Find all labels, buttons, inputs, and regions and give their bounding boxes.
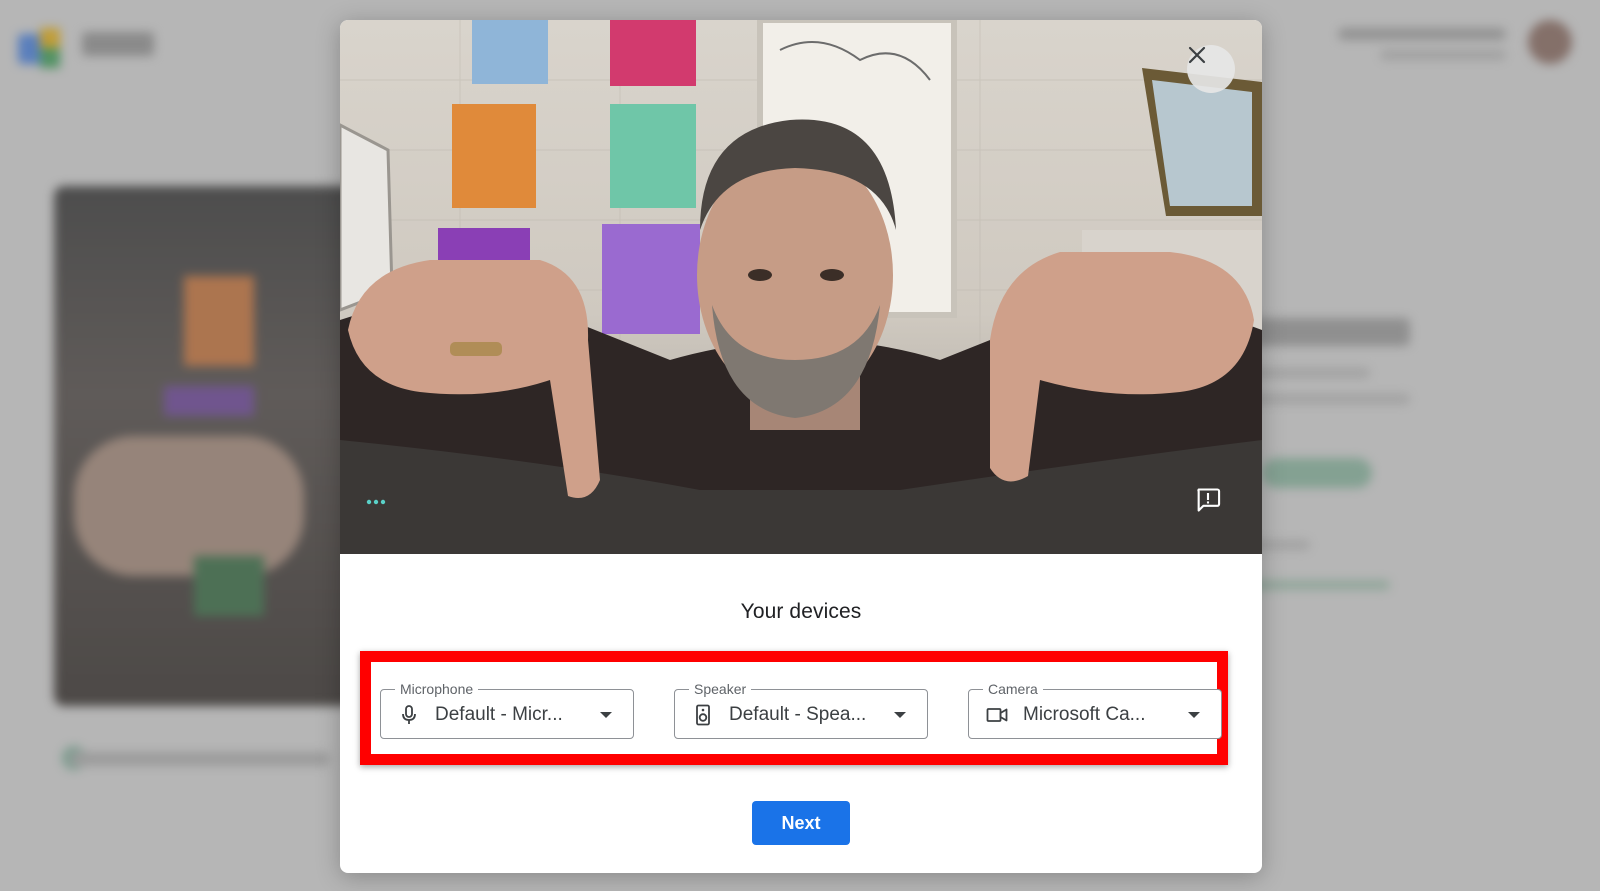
video-camera-icon: [986, 708, 1008, 722]
microphone-value: Default - Micr...: [435, 704, 563, 725]
next-button[interactable]: Next: [752, 801, 850, 845]
more-options-button[interactable]: [364, 498, 396, 522]
report-feedback-button[interactable]: [1194, 486, 1230, 522]
camera-preview: [340, 20, 1262, 554]
camera-value: Microsoft Ca...: [1023, 704, 1146, 725]
camera-select[interactable]: Camera Microsoft Ca...: [968, 680, 1222, 739]
microphone-label: Microphone: [395, 680, 479, 698]
device-check-dialog: Your devices Microphone Default - Micr..…: [340, 20, 1262, 873]
microphone-icon: [402, 705, 416, 724]
microphone-select[interactable]: Microphone Default - Micr...: [380, 680, 634, 739]
close-icon: [1188, 46, 1206, 64]
speaker-icon: [696, 704, 710, 726]
speaker-select[interactable]: Speaker Default - Spea...: [674, 680, 928, 739]
speaker-value: Default - Spea...: [729, 704, 867, 725]
close-button[interactable]: [1187, 45, 1235, 93]
chevron-down-icon: [1188, 712, 1200, 718]
more-options-icon: [366, 499, 386, 505]
report-feedback-icon: [1197, 488, 1221, 512]
speaker-label: Speaker: [689, 680, 752, 698]
camera-preview-image: [340, 20, 1262, 554]
chevron-down-icon: [894, 712, 906, 718]
camera-label: Camera: [983, 680, 1043, 698]
dialog-title: Your devices: [740, 600, 862, 623]
chevron-down-icon: [600, 712, 612, 718]
